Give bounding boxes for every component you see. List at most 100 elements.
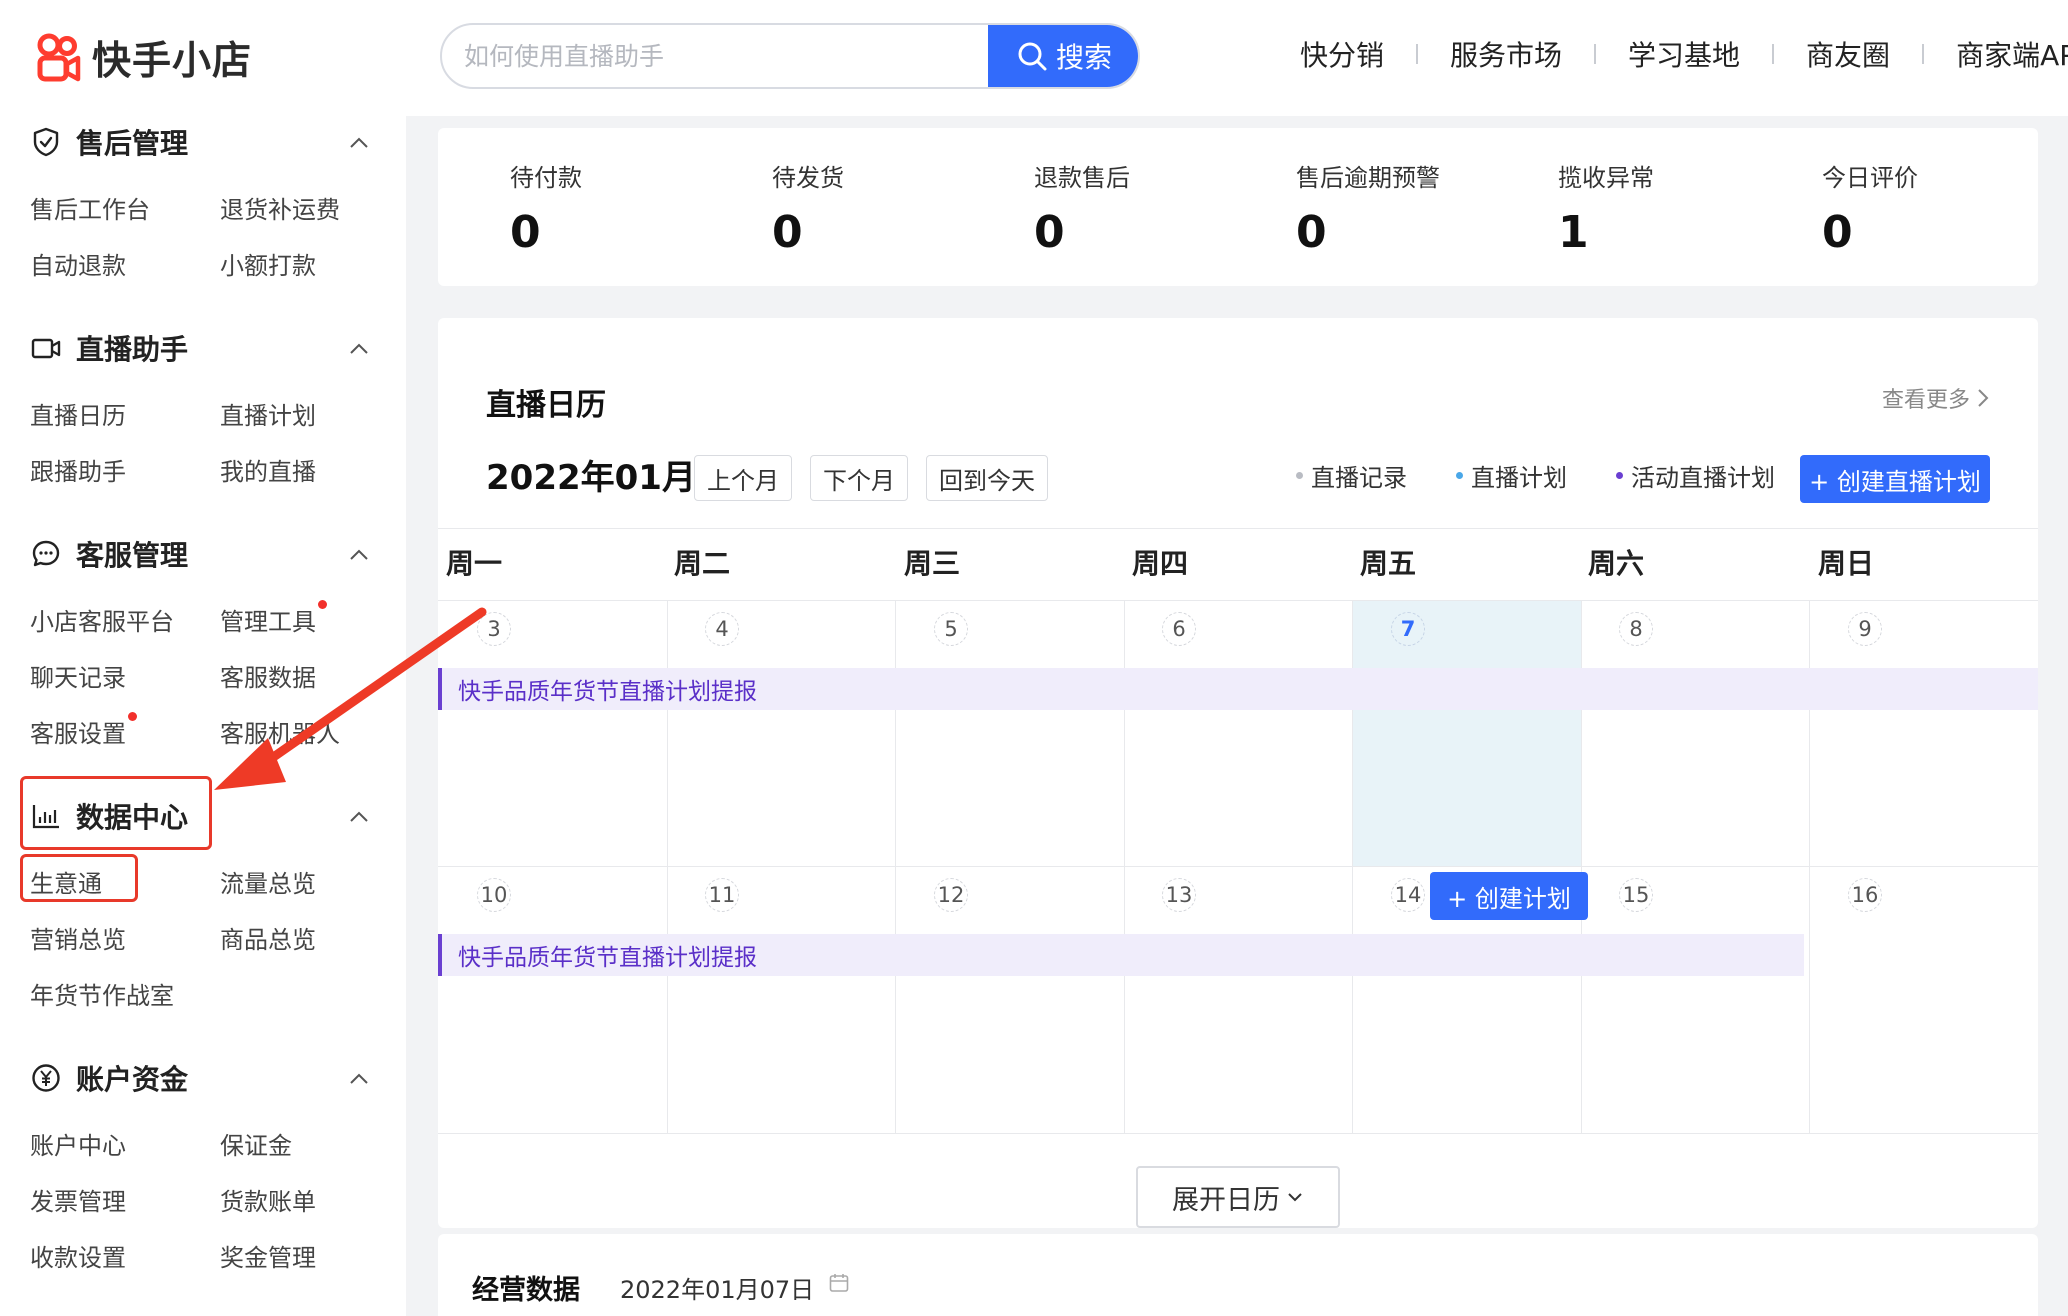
weekday-header: 周一 [446, 547, 503, 580]
chevron-up-icon[interactable] [348, 338, 370, 360]
sidebar-section-title: 直播助手 [76, 333, 189, 366]
sidebar-link-return-freight[interactable]: 退货补运费 [220, 190, 340, 225]
legend-activity-live-plan: 活动直播计划 [1616, 458, 1775, 493]
sidebar-link-live-plan[interactable]: 直播计划 [220, 396, 316, 431]
sidebar-section-after-sales[interactable]: 售后管理 [30, 120, 370, 164]
sidebar-link-store-cs-platform[interactable]: 小店客服平台 [30, 602, 174, 637]
next-month-button[interactable]: 下个月 [810, 455, 908, 501]
day-number[interactable]: 6 [1162, 612, 1196, 646]
day-number[interactable]: 14 [1391, 878, 1425, 912]
day-number[interactable]: 3 [477, 612, 511, 646]
nav-item-service-market[interactable]: 服务市场 [1450, 34, 1562, 74]
stat-value: 1 [1558, 207, 1589, 258]
grid-line [438, 1133, 2038, 1134]
sidebar-section-account-funds[interactable]: 账户资金 [30, 1056, 370, 1100]
sidebar-link-auto-refund[interactable]: 自动退款 [30, 246, 126, 281]
day-number[interactable]: 13 [1162, 878, 1196, 912]
nav-item-learning-base[interactable]: 学习基地 [1628, 34, 1740, 74]
day-number[interactable]: 11 [705, 878, 739, 912]
calendar-event-bar[interactable]: 快手品质年货节直播计划提报 [438, 668, 2038, 710]
sidebar-link-cs-robot[interactable]: 客服机器人 [220, 714, 340, 749]
stat-pickup-exception[interactable]: 揽收异常 1 [1558, 158, 1654, 258]
nav-divider [1772, 44, 1775, 64]
sidebar-section-title: 售后管理 [76, 127, 189, 160]
sidebar-link-bonus-management[interactable]: 奖金管理 [220, 1238, 316, 1273]
sidebar-section-live-assistant[interactable]: 直播助手 [30, 326, 370, 370]
search-button[interactable]: 搜索 [988, 25, 1138, 87]
sidebar-link-account-center[interactable]: 账户中心 [30, 1126, 126, 1161]
highlight-box-shengyitong [20, 854, 138, 902]
stat-refund-after-sales[interactable]: 退款售后 0 [1034, 158, 1130, 258]
sidebar-link-my-live[interactable]: 我的直播 [220, 452, 316, 487]
sidebar-link-after-sales-workbench[interactable]: 售后工作台 [30, 190, 150, 225]
sidebar-link-management-tools[interactable]: 管理工具 [220, 602, 316, 637]
grid-line [438, 866, 2038, 867]
chat-bubble-icon [32, 540, 60, 567]
stat-label: 揽收异常 [1558, 164, 1654, 192]
sidebar-link-new-year-war-room[interactable]: 年货节作战室 [30, 976, 174, 1011]
day-number-today[interactable]: 7 [1391, 612, 1425, 646]
yen-coin-icon [32, 1064, 60, 1092]
create-live-plan-button[interactable]: + 创建直播计划 [1800, 455, 1990, 503]
chevron-up-icon[interactable] [348, 132, 370, 154]
stat-pending-payment[interactable]: 待付款 0 [510, 158, 582, 258]
sidebar-link-cs-data[interactable]: 客服数据 [220, 658, 316, 693]
day-number[interactable]: 16 [1848, 878, 1882, 912]
expand-calendar-label: 展开日历 [1172, 1184, 1280, 1216]
day-number[interactable]: 5 [934, 612, 968, 646]
sidebar-link-payment-bills[interactable]: 货款账单 [220, 1182, 316, 1217]
chevron-down-icon [1288, 1193, 1302, 1202]
legend-label: 直播计划 [1471, 464, 1567, 492]
logo[interactable]: 快手小店 [34, 30, 252, 86]
back-to-today-button[interactable]: 回到今天 [926, 455, 1048, 501]
sidebar-link-cs-settings[interactable]: 客服设置 [30, 714, 126, 749]
top-nav: 快分销 服务市场 学习基地 商友圈 商家端AP [1300, 34, 2068, 74]
business-data-date[interactable]: 2022年01月07日 [620, 1270, 814, 1305]
prev-month-button[interactable]: 上个月 [694, 455, 792, 501]
sidebar-link-invoice-management[interactable]: 发票管理 [30, 1182, 126, 1217]
weekday-header: 周二 [674, 547, 731, 580]
legend-dot [1296, 472, 1303, 479]
sidebar-link-marketing-overview[interactable]: 营销总览 [30, 920, 126, 955]
calendar-icon[interactable] [828, 1272, 850, 1294]
day-number[interactable]: 10 [477, 878, 511, 912]
sidebar-link-live-calendar[interactable]: 直播日历 [30, 396, 126, 431]
stat-overdue-warning[interactable]: 售后逾期预警 0 [1296, 158, 1440, 258]
sidebar-link-collection-settings[interactable]: 收款设置 [30, 1238, 126, 1273]
chevron-up-icon[interactable] [348, 544, 370, 566]
day-number[interactable]: 4 [705, 612, 739, 646]
day-number[interactable]: 9 [1848, 612, 1882, 646]
nav-item-merchant-circle[interactable]: 商友圈 [1806, 34, 1890, 74]
stat-label: 今日评价 [1822, 164, 1918, 192]
sidebar-link-deposit[interactable]: 保证金 [220, 1126, 292, 1161]
business-data-title: 经营数据 [472, 1275, 580, 1306]
expand-calendar-button[interactable]: 展开日历 [1136, 1166, 1340, 1228]
day-number[interactable]: 12 [934, 878, 968, 912]
create-plan-button[interactable]: + 创建计划 [1430, 872, 1588, 920]
day-number[interactable]: 8 [1619, 612, 1653, 646]
day-number[interactable]: 15 [1619, 878, 1653, 912]
sidebar-section-customer-service[interactable]: 客服管理 [30, 532, 370, 576]
calendar-event-bar[interactable]: 快手品质年货节直播计划提报 [438, 934, 1804, 976]
stat-value: 0 [1822, 207, 1853, 258]
stat-pending-shipment[interactable]: 待发货 0 [772, 158, 844, 258]
highlight-box-data-center [20, 776, 212, 850]
stat-value: 0 [772, 207, 803, 258]
stat-today-reviews[interactable]: 今日评价 0 [1822, 158, 1918, 258]
sidebar-link-traffic-overview[interactable]: 流量总览 [220, 864, 316, 899]
sidebar-link-small-payment[interactable]: 小额打款 [220, 246, 316, 281]
grid-line [438, 600, 2038, 601]
divider [438, 528, 2038, 529]
view-more-link[interactable]: 查看更多 [1882, 382, 1990, 414]
sidebar-section-title: 客服管理 [76, 539, 189, 572]
stat-value: 0 [510, 207, 541, 258]
nav-item-merchant-app[interactable]: 商家端AP [1956, 34, 2068, 74]
sidebar-link-product-overview[interactable]: 商品总览 [220, 920, 316, 955]
search-input[interactable] [464, 25, 984, 87]
chevron-up-icon[interactable] [348, 1068, 370, 1090]
chevron-up-icon[interactable] [348, 806, 370, 828]
legend-live-record: 直播记录 [1296, 458, 1407, 493]
sidebar-link-chat-records[interactable]: 聊天记录 [30, 658, 126, 693]
nav-item-kuaifenxiao[interactable]: 快分销 [1300, 34, 1384, 74]
sidebar-link-follow-live[interactable]: 跟播助手 [30, 452, 126, 487]
